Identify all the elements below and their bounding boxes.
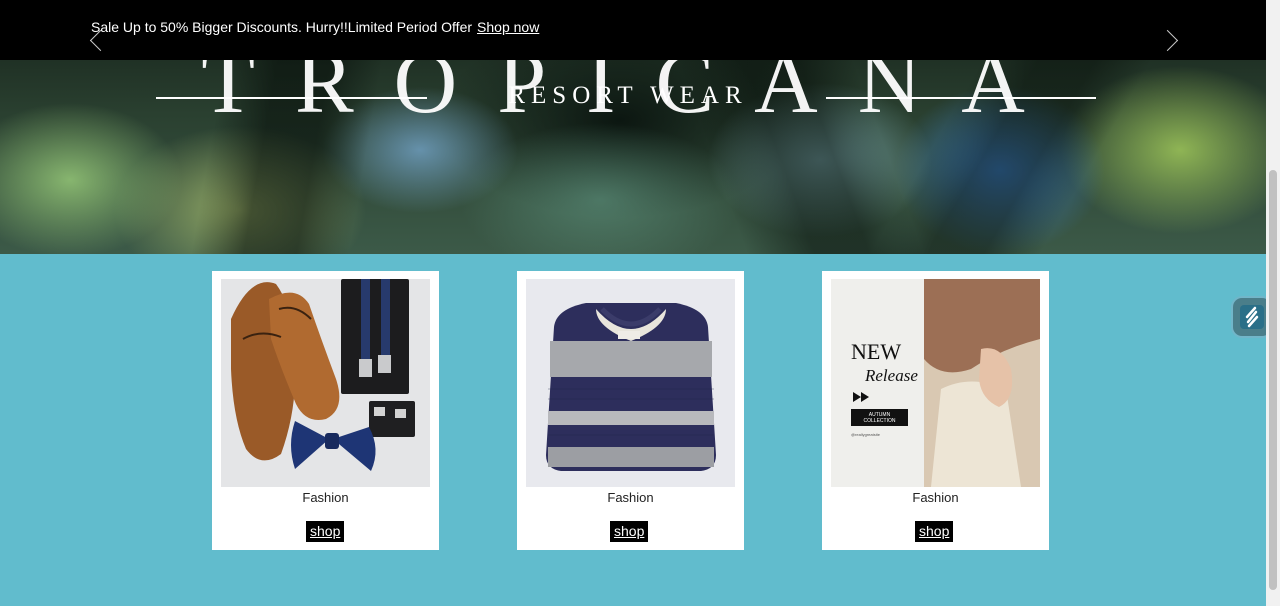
shop-now-link[interactable]: Shop now <box>477 19 539 35</box>
hero-subtitle: RESORT WEAR <box>508 82 748 109</box>
announcement-message: Sale Up to 50% Bigger Discounts. Hurry!!… <box>91 19 539 35</box>
product-label: Fashion <box>607 490 654 505</box>
product-image-new-release[interactable]: NEW Release AUTUMN COLLECTION @reallygre… <box>831 279 1040 487</box>
product-image-shoes[interactable] <box>221 279 430 487</box>
shoes-suspenders-bowtie-photo <box>221 279 430 487</box>
shop-button[interactable]: shop <box>915 521 954 542</box>
shop-button[interactable]: shop <box>306 521 345 542</box>
chevron-right-icon[interactable] <box>1156 29 1179 52</box>
announcement-text: Sale Up to 50% Bigger Discounts. Hurry!!… <box>91 19 473 35</box>
promo-script: Release <box>864 366 918 385</box>
product-label: Fashion <box>302 490 349 505</box>
promo-handle: @reallygreatsite <box>851 432 881 437</box>
hero-divider-left <box>156 97 427 99</box>
new-release-promo-photo: NEW Release AUTUMN COLLECTION @reallygre… <box>831 279 1040 487</box>
promo-title: NEW <box>851 339 901 364</box>
product-card: Fashion shop <box>212 271 439 550</box>
striped-sweater-photo <box>526 279 735 487</box>
product-card: NEW Release AUTUMN COLLECTION @reallygre… <box>822 271 1049 550</box>
page-scrollbar[interactable] <box>1266 0 1280 606</box>
product-card: Fashion shop <box>517 271 744 550</box>
page: TROPICANA RESORT WEAR Sale Up to 50% Big… <box>0 0 1280 606</box>
hero-divider-right <box>826 97 1096 99</box>
product-label: Fashion <box>912 490 959 505</box>
scrollbar-thumb[interactable] <box>1269 170 1277 590</box>
announcement-bar: Sale Up to 50% Bigger Discounts. Hurry!!… <box>0 0 1266 60</box>
promo-badge-line2: COLLECTION <box>864 418 896 424</box>
product-image-sweater[interactable] <box>526 279 735 487</box>
shop-button[interactable]: shop <box>610 521 649 542</box>
